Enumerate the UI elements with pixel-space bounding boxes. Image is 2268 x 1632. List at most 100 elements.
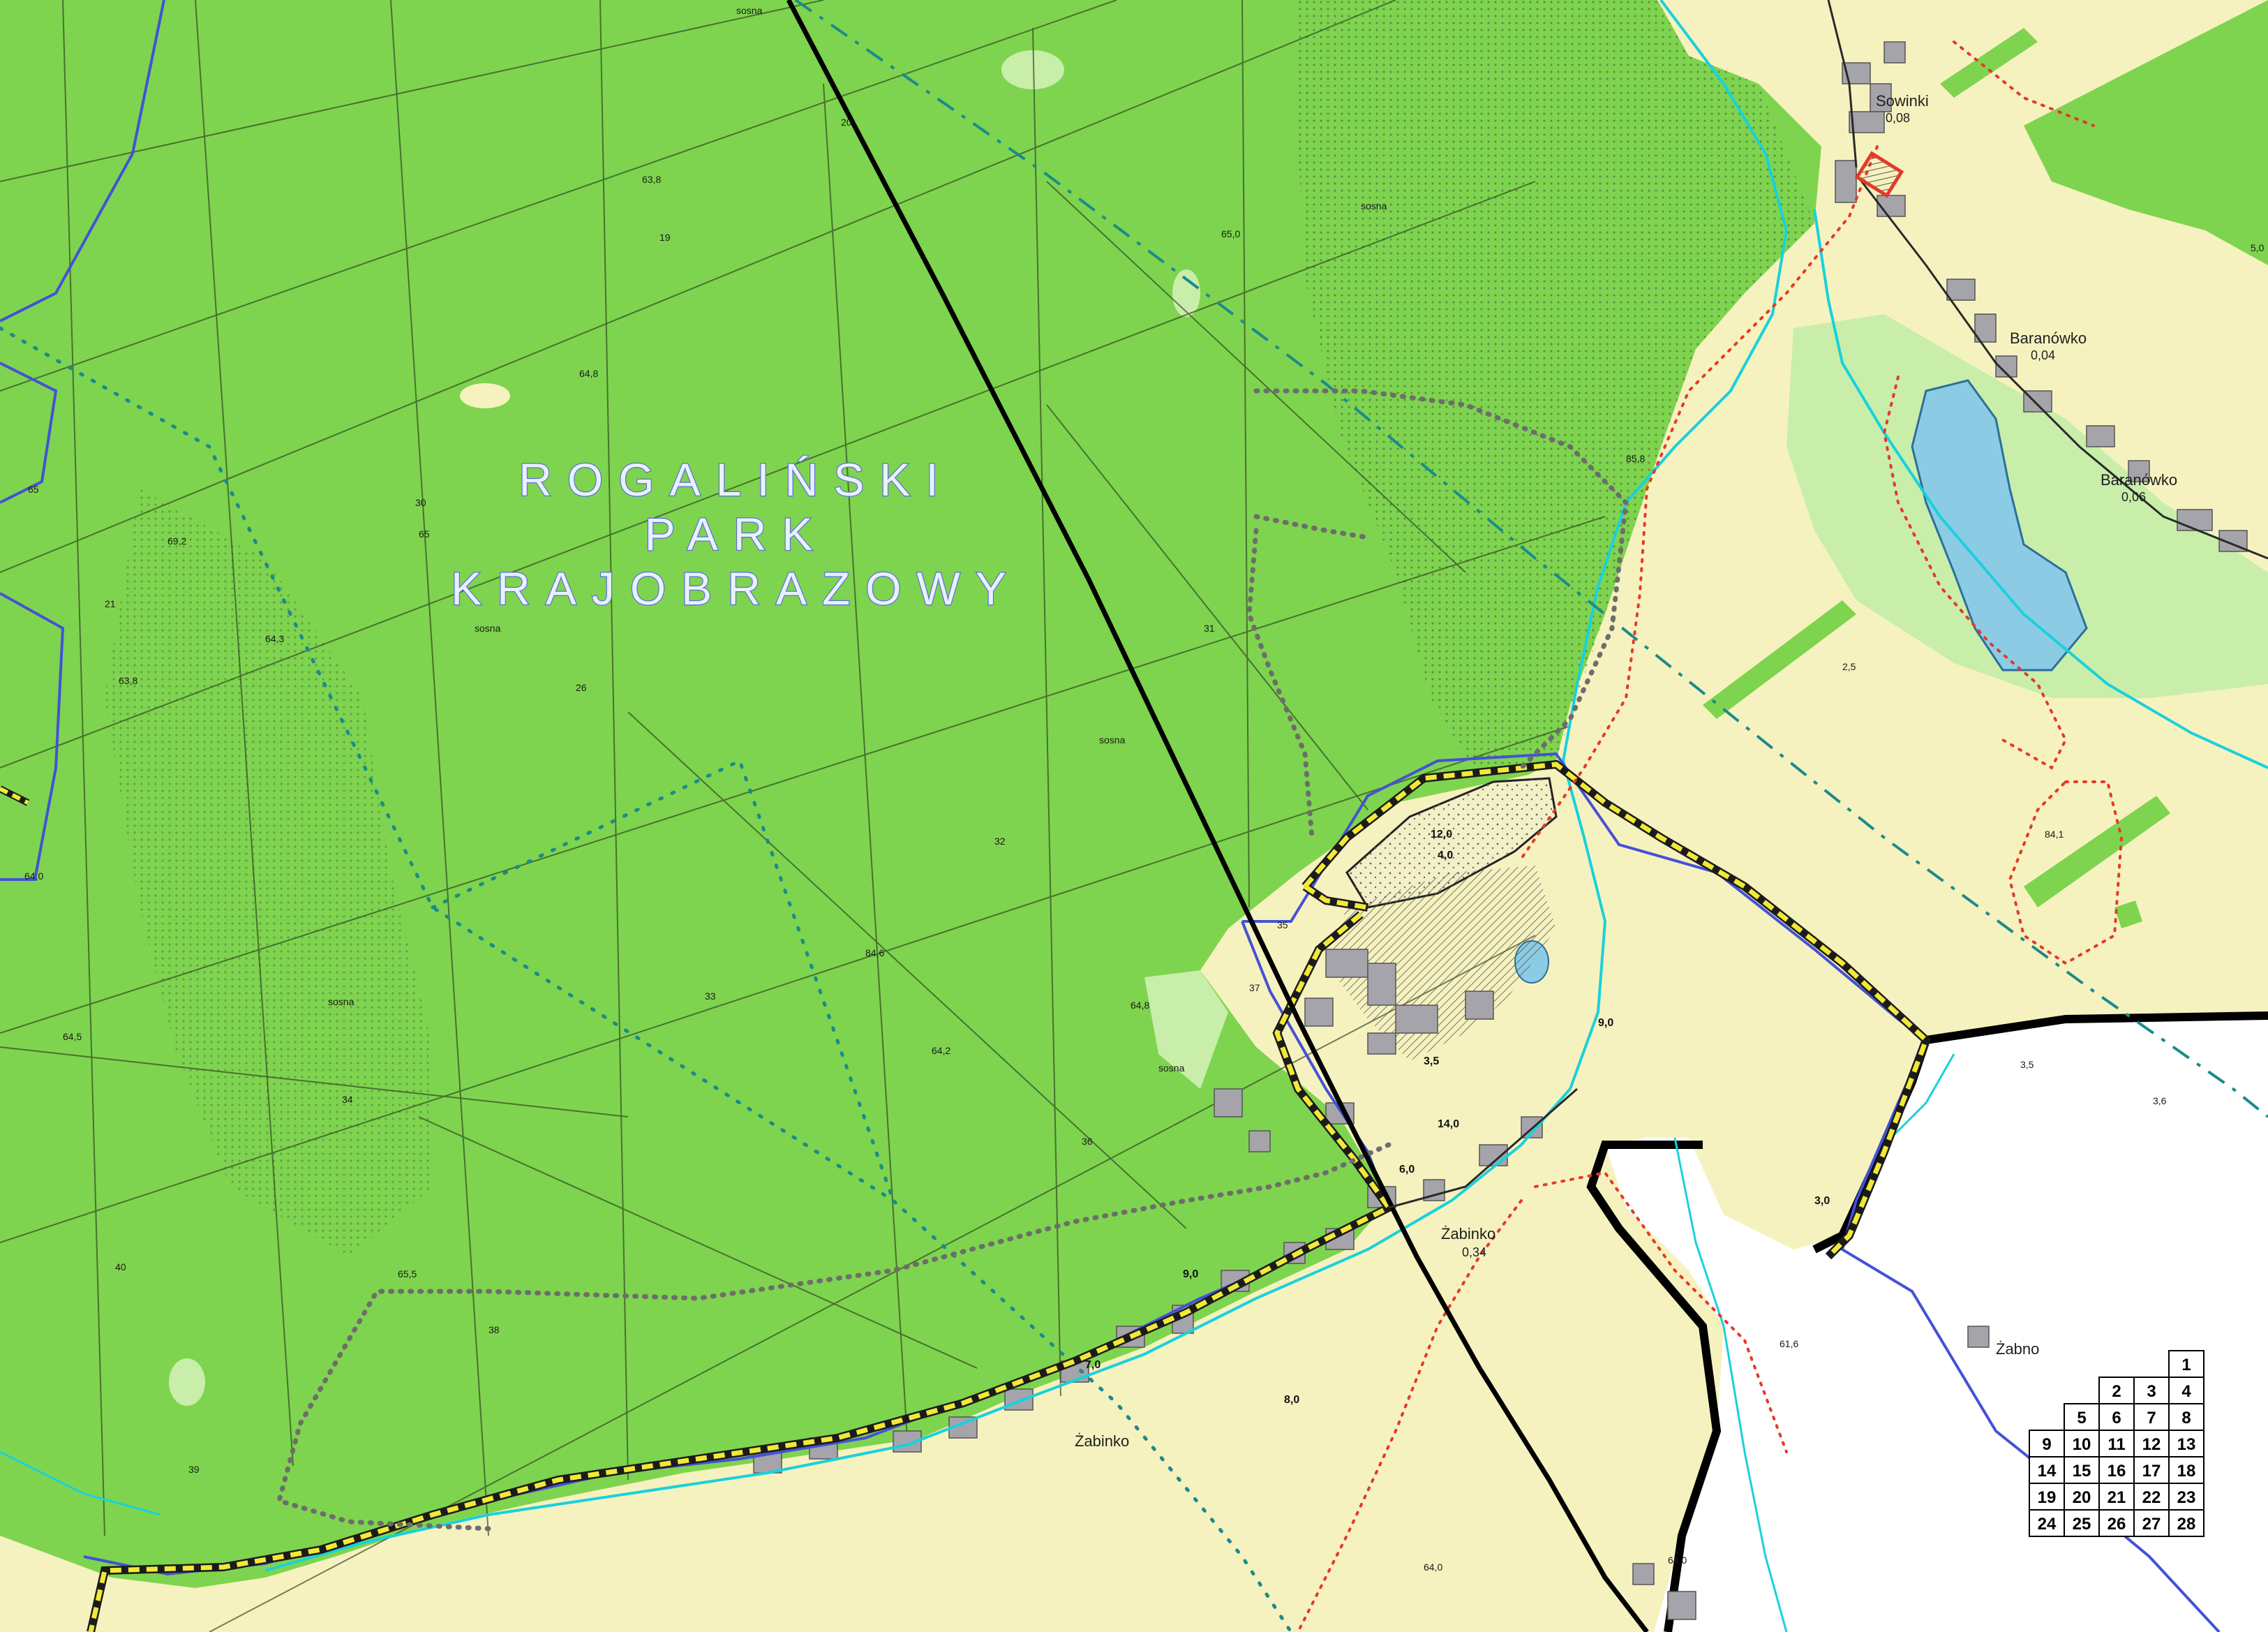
sheet-index-number: 16 [2107,1462,2126,1481]
place-value-sowinki: 0,08 [1886,111,1910,125]
clearing [460,383,510,408]
elevation-label: 3,6 [2153,1095,2167,1106]
elevation-label: 5,0 [2251,242,2265,253]
place-name-zabinko: Żabinko [1441,1225,1495,1242]
elevation-label: 3,0 [1814,1195,1830,1207]
parcel-number: 34 [342,1094,353,1105]
settlement-building [1883,41,1906,64]
parcel-number: 39 [188,1464,200,1475]
sheet-index-cell: 17 [2133,1456,2170,1484]
sheet-index-cell: 16 [2098,1456,2135,1484]
sheet-index-cell: 7 [2133,1403,2170,1431]
sheet-index-number: 10 [2073,1435,2091,1454]
sheet-index-cell: 1 [2168,1350,2204,1378]
elevation-label: 12,0 [1431,829,1452,840]
sheet-index-cell: 15 [2064,1456,2100,1484]
place-value-baranowko-2: 0,06 [2121,490,2146,504]
sheet-index-number: 3 [2147,1382,2156,1401]
place-value-zabinko: 0,34 [1462,1245,1486,1259]
elevation-label: 64,2 [932,1045,950,1056]
forest-type-label: sosna [1099,734,1126,745]
settlement-building [1004,1388,1034,1411]
elevation-label: 65 [28,484,39,495]
sheet-index-number: 12 [2142,1435,2161,1454]
elevation-label: 2,5 [1842,661,1856,672]
elevation-label: 7,0 [1085,1359,1101,1371]
parcel-number: 32 [994,836,1006,847]
sheet-index-number: 14 [2038,1462,2057,1481]
place-name-zabinko-2: Żabinko [1075,1432,1129,1450]
sheet-index-number: 23 [2177,1488,2196,1507]
sheet-index-cell: 9 [2029,1430,2065,1457]
sheet-index-number: 1 [2181,1356,2191,1374]
clearing [169,1358,205,1406]
parcel-number: 26 [576,682,587,693]
sheet-index-number: 6 [2112,1409,2121,1427]
sheet-index-number: 5 [2077,1409,2086,1427]
park-title-line-2: PARK [645,508,828,560]
sheet-index-cell: 22 [2133,1483,2170,1511]
place-name-sowinki: Sowinki [1876,92,1929,110]
elevation-label: 65,0 [1221,228,1240,239]
elevation-label: 63,8 [642,174,661,185]
sheet-index-number: 18 [2177,1462,2196,1481]
sheet-index-number: 20 [2073,1488,2091,1507]
sheet-index-cell: 12 [2133,1430,2170,1457]
elevation-label: 64,8 [579,368,598,379]
settlement-building [1946,279,1976,301]
sheet-index-cell: 27 [2133,1509,2170,1537]
parcel-number: 37 [1249,982,1260,993]
sheet-index-number: 24 [2038,1515,2057,1534]
parcel-number: 35 [1277,919,1288,930]
park-title-line-1: ROGALIŃSKI [518,454,953,505]
elevation-label: 64,0 [1668,1555,1687,1566]
forest-type-label: sosna [1158,1062,1185,1074]
settlement-building [1465,991,1494,1020]
settlement-building [2177,509,2213,531]
parcel-number: 19 [659,232,671,243]
sheet-index-number: 4 [2181,1382,2191,1401]
forest-type-label: sosna [736,5,763,16]
sheet-index-cell: 20 [2064,1483,2100,1511]
sheet-index-number: 25 [2073,1515,2091,1534]
sheet-index-number: 13 [2177,1435,2196,1454]
sheet-index-number: 19 [2038,1488,2057,1507]
sheet-index-number: 2 [2112,1382,2121,1401]
sheet-index-cell: 21 [2098,1483,2135,1511]
sheet-index-number: 22 [2142,1488,2161,1507]
settlement-building [2086,425,2115,447]
sheet-index-cell: 6 [2098,1403,2135,1431]
sheet-index-number: 26 [2107,1515,2126,1534]
elevation-label: 8,0 [1284,1394,1299,1406]
parcel-number: 31 [1204,623,1215,634]
sheet-index-cell: 14 [2029,1456,2065,1484]
forest-type-label: sosna [1361,200,1387,212]
parcel-number: 33 [705,991,716,1002]
map-svg: ROGALIŃSKI PARK KRAJOBRAZOWY Sowinki 0,0… [0,0,2268,1632]
sheet-index-cell: 24 [2029,1509,2065,1537]
elevation-label: 14,0 [1438,1118,1459,1130]
place-value-baranowko-1: 0,04 [2031,348,2055,362]
forest-type-label: sosna [328,996,355,1007]
place-name-zabno: Żabno [1996,1340,2039,1358]
parcel-number: 65 [419,528,430,540]
elevation-label: 3,5 [2020,1059,2034,1070]
park-title-line-3: KRAJOBRAZOWY [451,563,1022,614]
sheet-index-cell: 4 [2168,1377,2204,1404]
elevation-label: 4,0 [1438,850,1453,861]
settlement-building [1367,963,1396,1006]
sheet-index-cell: 2 [2098,1377,2135,1404]
elevation-label: 61,6 [1780,1338,1798,1349]
elevation-label: 9,0 [1183,1268,1198,1280]
sheet-index-number: 21 [2107,1488,2126,1507]
clearing [1172,269,1200,317]
sheet-index-number: 15 [2073,1462,2091,1481]
sheet-index-cell: 28 [2168,1509,2204,1537]
elevation-label: 65,5 [398,1268,417,1279]
elevation-label: 6,0 [1399,1164,1415,1175]
settlement-building [1395,1004,1438,1034]
elevation-label: 64,0 [1424,1561,1442,1573]
map-canvas: ROGALIŃSKI PARK KRAJOBRAZOWY Sowinki 0,0… [0,0,2268,1632]
sheet-index-cell: 5 [2064,1403,2100,1431]
elevation-label: 63,8 [119,675,137,686]
